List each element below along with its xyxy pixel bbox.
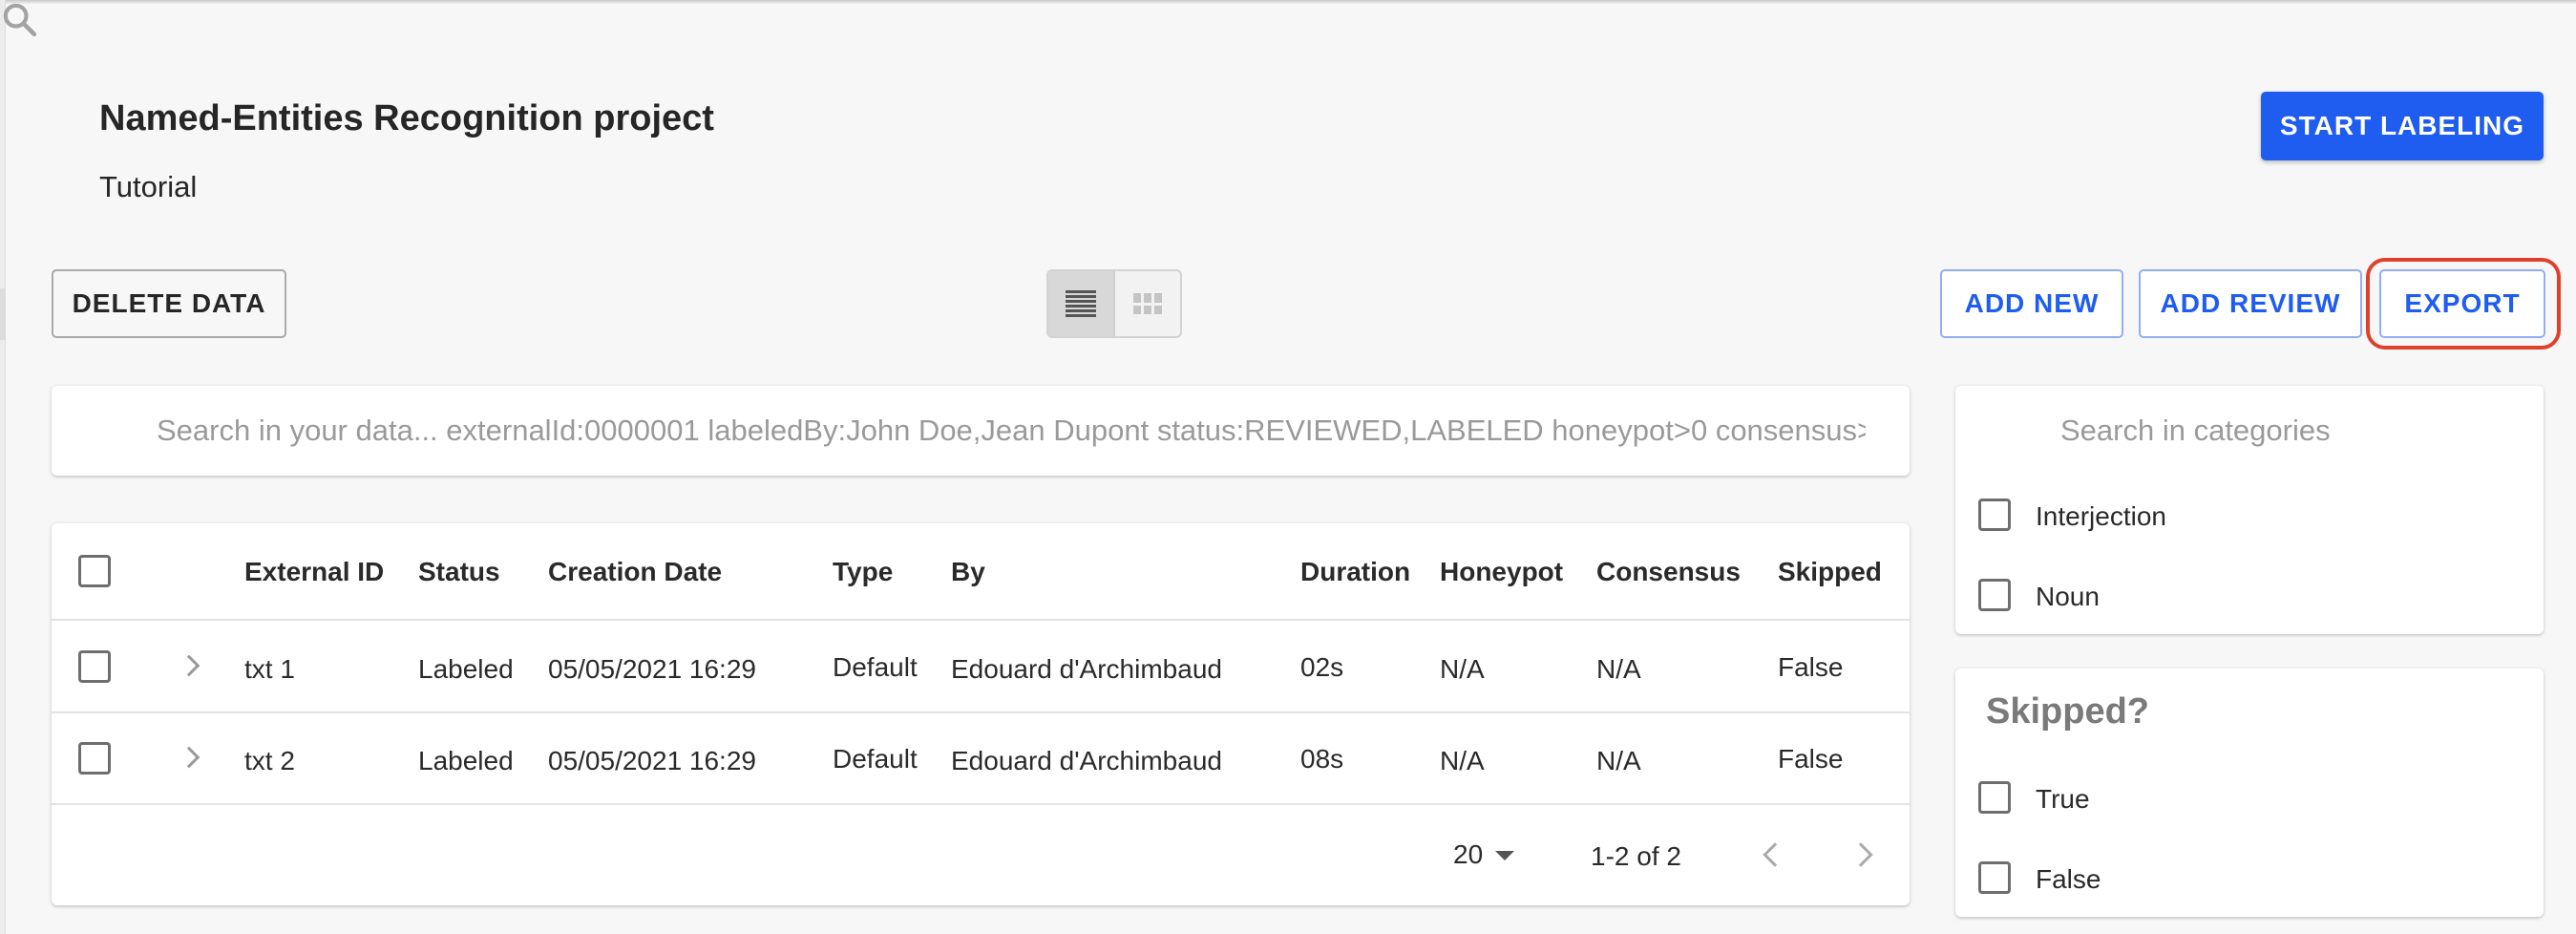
search-icon xyxy=(3,3,36,36)
category-checkbox-noun[interactable] xyxy=(1978,579,2011,611)
cell-by: Edouard d'Archimbaud xyxy=(951,654,1222,684)
skipped-true-checkbox[interactable] xyxy=(1978,781,2011,814)
cell-external-id[interactable]: txt 1 xyxy=(244,654,295,685)
view-toggle xyxy=(1046,269,1182,338)
page-subtitle: Tutorial xyxy=(99,170,198,203)
header-divider xyxy=(52,619,1910,621)
column-header-external-id[interactable]: External ID xyxy=(244,557,384,587)
cell-duration: 02s xyxy=(1300,652,1344,682)
cell-by: Edouard d'Archimbaud xyxy=(951,746,1222,775)
cell-creation-date: 05/05/2021 16:29 xyxy=(548,746,756,775)
list-view-button[interactable] xyxy=(1048,271,1115,336)
column-header-type[interactable]: Type xyxy=(833,557,893,587)
left-rail-marker xyxy=(0,288,6,340)
column-header-duration[interactable]: Duration xyxy=(1300,557,1410,587)
add-new-button[interactable]: ADD NEW xyxy=(1940,269,2123,338)
categories-search-input[interactable] xyxy=(2060,405,2519,456)
row-checkbox[interactable] xyxy=(78,650,111,683)
start-labeling-button[interactable]: START LABELING xyxy=(2261,92,2544,160)
top-bar-shadow xyxy=(0,0,2576,4)
category-label: Interjection xyxy=(2036,501,2166,531)
data-search-input[interactable] xyxy=(157,405,1866,456)
cell-status: Labeled xyxy=(418,654,514,684)
skipped-filter-title: Skipped? xyxy=(1986,691,2150,732)
column-header-honeypot[interactable]: Honeypot xyxy=(1440,557,1563,587)
cell-honeypot: N/A xyxy=(1440,746,1485,775)
cell-skipped: False xyxy=(1778,744,1844,774)
cell-type: Default xyxy=(833,744,918,774)
column-header-creation-date[interactable]: Creation Date xyxy=(548,557,722,587)
cell-status: Labeled xyxy=(418,746,514,775)
cell-creation-date: 05/05/2021 16:29 xyxy=(548,654,756,684)
page-title: Named-Entities Recognition project xyxy=(99,98,714,138)
export-button[interactable]: EXPORT xyxy=(2379,269,2545,338)
column-header-consensus[interactable]: Consensus xyxy=(1596,557,1741,587)
cell-skipped: False xyxy=(1778,652,1844,682)
grid-view-button[interactable] xyxy=(1115,271,1180,336)
row-divider xyxy=(52,711,1910,713)
cell-duration: 08s xyxy=(1300,744,1344,774)
cell-consensus: N/A xyxy=(1596,746,1641,775)
caret-down-icon[interactable] xyxy=(1495,851,1514,860)
grid-view-icon xyxy=(1133,293,1162,314)
cell-external-id[interactable]: txt 2 xyxy=(244,746,295,776)
select-all-checkbox[interactable] xyxy=(78,555,111,587)
category-label: Noun xyxy=(2036,582,2100,611)
rows-per-page-select[interactable]: 20 xyxy=(1453,839,1483,870)
skipped-false-checkbox[interactable] xyxy=(1978,861,2011,894)
skipped-option-label: False xyxy=(2036,864,2101,894)
delete-data-button[interactable]: DELETE DATA xyxy=(52,269,286,338)
column-header-skipped[interactable]: Skipped xyxy=(1778,557,1882,587)
row-divider xyxy=(52,803,1910,805)
cell-type: Default xyxy=(833,652,918,682)
skipped-option-label: True xyxy=(2036,784,2090,814)
row-checkbox[interactable] xyxy=(78,742,111,775)
left-rail xyxy=(0,0,6,934)
list-view-icon xyxy=(1066,290,1096,317)
add-review-button[interactable]: ADD REVIEW xyxy=(2139,269,2362,338)
column-header-status[interactable]: Status xyxy=(418,557,500,587)
cell-consensus: N/A xyxy=(1596,654,1641,684)
column-header-by[interactable]: By xyxy=(951,557,985,587)
category-checkbox-interjection[interactable] xyxy=(1978,499,2011,531)
cell-honeypot: N/A xyxy=(1440,654,1485,684)
pagination-range: 1-2 of 2 xyxy=(1591,841,1681,871)
